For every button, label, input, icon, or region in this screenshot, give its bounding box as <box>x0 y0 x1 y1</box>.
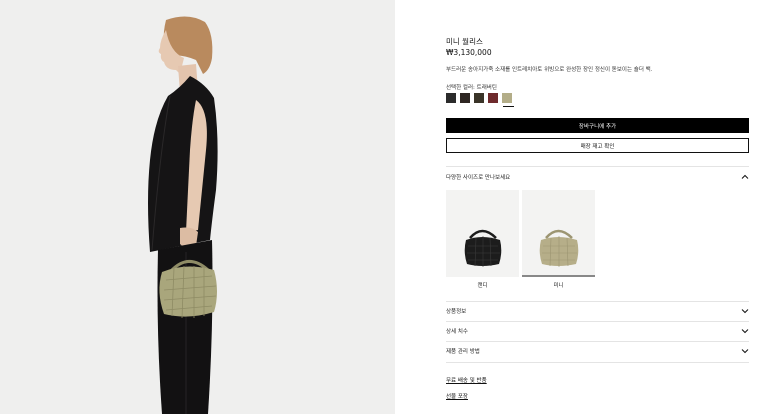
accordion-dimensions[interactable]: 상세 치수 <box>446 322 749 340</box>
size-label-candy: 캔디 <box>477 283 488 289</box>
divider <box>446 362 749 363</box>
sizes-accordion-header[interactable]: 다양한 사이즈로 만나보세요 <box>446 168 749 186</box>
size-label-mini: 미니 <box>553 283 564 289</box>
selected-swatch-indicator <box>503 106 514 107</box>
candy-bag-image <box>464 229 502 267</box>
size-option-mini[interactable] <box>522 190 595 277</box>
size-option-candy[interactable] <box>446 190 519 277</box>
accordion-label-care: 제품 관리 방법 <box>446 349 480 355</box>
swatch-olive-brown[interactable] <box>474 93 484 103</box>
swatch-burgundy[interactable] <box>488 93 498 103</box>
check-store-stock-button[interactable]: 매장 재고 확인 <box>446 138 749 153</box>
chevron-down-icon <box>741 307 749 315</box>
swatch-dark-brown[interactable] <box>460 93 470 103</box>
accordion-label-dimensions: 상세 치수 <box>446 329 468 335</box>
accordion-label-details: 상품정보 <box>446 309 467 315</box>
mini-bag-image <box>539 229 579 267</box>
sizes-heading: 다양한 사이즈로 만나보세요 <box>446 175 511 181</box>
product-description: 부드러운 송아지가죽 소재를 인트레치아토 위빙으로 완성한 장인 정신이 돋보… <box>446 67 653 73</box>
selected-color-label: 선택한 컬러: 트래버틴 <box>446 85 497 91</box>
product-photo <box>0 0 395 414</box>
chevron-up-icon <box>741 173 749 181</box>
gift-wrap-link[interactable]: 선물 포장 <box>446 392 468 400</box>
swatch-travertine[interactable] <box>502 93 512 103</box>
divider <box>446 166 749 167</box>
model-illustration <box>148 16 218 414</box>
product-title: 미니 월리스 <box>446 37 483 46</box>
product-panel: 미니 월리스 ₩3,130,000 부드러운 송아지가죽 소재를 인트레치아토 … <box>446 0 749 414</box>
product-price: ₩3,130,000 <box>446 48 492 57</box>
accordion-product-details[interactable]: 상품정보 <box>446 302 749 320</box>
chevron-down-icon <box>741 347 749 355</box>
shipping-returns-link[interactable]: 무료 배송 및 반품 <box>446 376 487 384</box>
color-swatches <box>446 93 512 103</box>
accordion-care[interactable]: 제품 관리 방법 <box>446 342 749 360</box>
chevron-down-icon <box>741 327 749 335</box>
swatch-black[interactable] <box>446 93 456 103</box>
add-to-cart-button[interactable]: 장바구니에 추가 <box>446 118 749 133</box>
